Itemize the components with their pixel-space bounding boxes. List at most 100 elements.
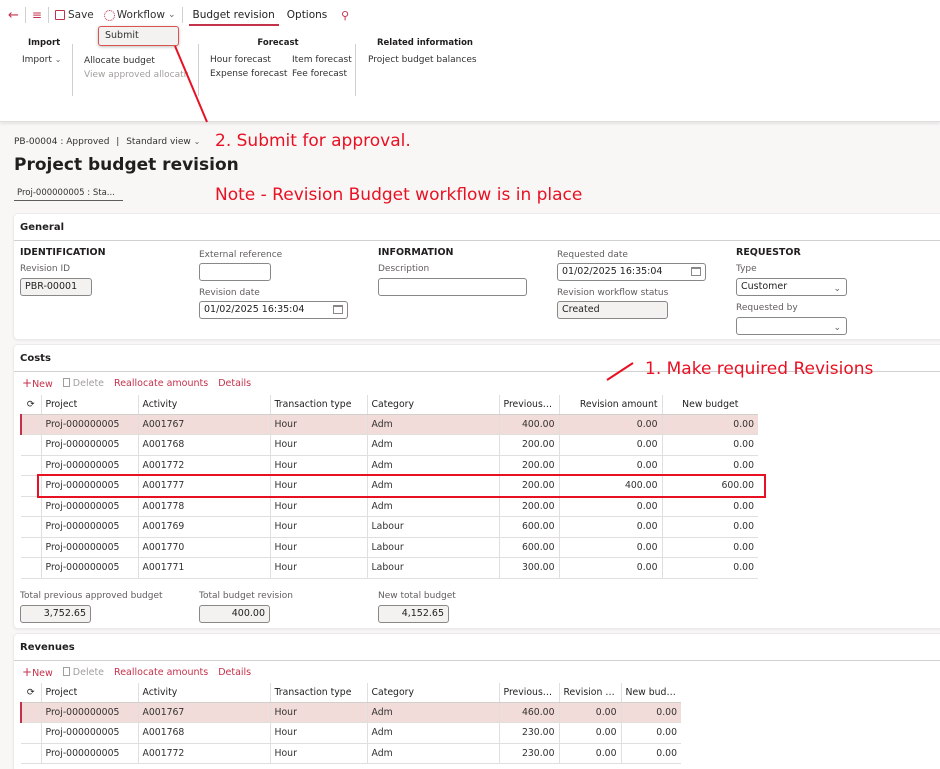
fee-forecast-link[interactable]: Fee forecast bbox=[292, 67, 352, 81]
item-forecast-link[interactable]: Item forecast bbox=[292, 53, 352, 67]
cell-transaction-type[interactable]: Hour bbox=[270, 475, 368, 497]
column-header-revision-amount[interactable]: Revision a... bbox=[559, 683, 622, 703]
cell-project[interactable]: Proj-000000005 bbox=[41, 414, 139, 435]
tab-options[interactable]: Options bbox=[281, 4, 334, 26]
column-header-category[interactable]: Category bbox=[367, 683, 500, 703]
table-row[interactable]: Proj-000000005 A001770 Hour Labour 600.00 0.0… bbox=[21, 537, 758, 558]
view-selector[interactable]: Standard view ⌄ bbox=[126, 137, 200, 147]
cell-activity[interactable]: A001772 bbox=[138, 743, 271, 764]
cell-revision-amount[interactable]: 0.00 bbox=[559, 702, 622, 723]
save-button[interactable]: Save bbox=[51, 5, 98, 25]
workflow-status-field[interactable]: Created bbox=[557, 301, 668, 319]
cell-previous-amount[interactable]: 200.00 bbox=[499, 434, 560, 456]
cell-previous-amount[interactable]: 230.00 bbox=[499, 743, 560, 764]
cell-previous-amount[interactable]: 200.00 bbox=[499, 455, 560, 476]
column-header-transaction-type[interactable]: Transaction type bbox=[270, 395, 368, 415]
workflow-menu-submit[interactable]: Submit bbox=[98, 26, 179, 46]
cell-transaction-type[interactable]: Hour bbox=[270, 496, 368, 517]
delete-button[interactable]: Delete bbox=[62, 377, 104, 389]
table-row[interactable]: Proj-000000005 A001771 Hour Labour 300.00 0.0… bbox=[21, 557, 758, 579]
cell-new-budget[interactable]: 0.00 bbox=[662, 516, 758, 538]
cell-project[interactable]: Proj-000000005 bbox=[41, 537, 139, 558]
cell-new-budget[interactable]: 0.00 bbox=[621, 743, 681, 764]
new-button[interactable]: +New bbox=[22, 376, 53, 390]
cell-transaction-type[interactable]: Hour bbox=[270, 434, 368, 456]
cell-transaction-type[interactable]: Hour bbox=[270, 414, 368, 435]
cell-transaction-type[interactable]: Hour bbox=[270, 722, 368, 744]
table-row[interactable]: Proj-000000005 A001772 Hour Adm 200.00 0.00 0.… bbox=[21, 455, 758, 476]
cell-revision-amount[interactable]: 0.00 bbox=[559, 722, 622, 744]
cell-category[interactable]: Adm bbox=[367, 743, 500, 764]
project-budget-balances-link[interactable]: Project budget balances bbox=[368, 53, 477, 67]
table-row[interactable]: Proj-000000005 A001778 Hour Adm 200.00 0.00 0.… bbox=[21, 496, 758, 517]
cell-revision-amount[interactable]: 0.00 bbox=[559, 537, 663, 558]
cell-previous-amount[interactable]: 600.00 bbox=[499, 516, 560, 538]
section-header-revenues[interactable]: Revenues bbox=[14, 634, 940, 661]
column-header-activity[interactable]: Activity bbox=[138, 683, 271, 703]
cell-transaction-type[interactable]: Hour bbox=[270, 516, 368, 538]
allocate-budget-link[interactable]: Allocate budget bbox=[84, 54, 188, 68]
row-selector[interactable] bbox=[21, 537, 42, 558]
column-header-transaction-type[interactable]: Transaction type bbox=[270, 683, 368, 703]
cell-category[interactable]: Adm bbox=[367, 496, 500, 517]
cell-activity[interactable]: A001768 bbox=[138, 434, 271, 456]
row-selector[interactable] bbox=[21, 722, 42, 744]
cell-activity[interactable]: A001767 bbox=[138, 702, 271, 723]
cell-project[interactable]: Proj-000000005 bbox=[41, 475, 139, 497]
cell-new-budget[interactable]: 0.00 bbox=[662, 557, 758, 579]
cell-project[interactable]: Proj-000000005 bbox=[41, 434, 139, 456]
cell-new-budget[interactable]: 0.00 bbox=[662, 455, 758, 476]
table-row[interactable]: Proj-000000005 A001767 Hour Adm 400.00 0.00 0.… bbox=[20, 414, 758, 435]
cell-activity[interactable]: A001769 bbox=[138, 516, 271, 538]
column-header-new-budget[interactable]: New budget bbox=[662, 395, 758, 415]
column-header-project[interactable]: Project bbox=[41, 395, 139, 415]
column-header-new-budget[interactable]: New budget bbox=[621, 683, 681, 703]
row-selector[interactable] bbox=[21, 557, 42, 579]
row-selector[interactable] bbox=[21, 434, 42, 456]
new-total-field[interactable]: 4,152.65 bbox=[378, 605, 449, 623]
row-selector[interactable] bbox=[21, 455, 42, 476]
column-header-previous-amount[interactable]: Previous a... bbox=[499, 683, 560, 703]
table-row[interactable]: Proj-000000005 A001772 Hour Adm 230.00 0.00 0.… bbox=[21, 743, 681, 764]
refresh-icon[interactable]: ⟳ bbox=[21, 395, 42, 415]
cell-category[interactable]: Labour bbox=[367, 516, 500, 538]
revision-id-field[interactable]: PBR-00001 bbox=[20, 278, 92, 296]
cell-activity[interactable]: A001767 bbox=[138, 414, 271, 435]
table-row[interactable]: Proj-000000005 A001767 Hour Adm 460.00 0.00 0.… bbox=[20, 702, 681, 723]
cell-project[interactable]: Proj-000000005 bbox=[41, 743, 139, 764]
cell-activity[interactable]: A001777 bbox=[138, 475, 271, 497]
section-header-general[interactable]: General bbox=[14, 214, 940, 241]
type-select[interactable]: Customer ⌄ bbox=[736, 278, 847, 296]
cell-revision-amount[interactable]: 0.00 bbox=[559, 743, 622, 764]
cell-transaction-type[interactable]: Hour bbox=[270, 702, 368, 723]
row-selector[interactable] bbox=[21, 516, 42, 538]
cell-new-budget[interactable]: 0.00 bbox=[662, 496, 758, 517]
cell-transaction-type[interactable]: Hour bbox=[270, 537, 368, 558]
search-button[interactable]: ⚲ bbox=[337, 5, 353, 25]
table-row[interactable]: Proj-000000005 A001768 Hour Adm 230.00 0.00 0.… bbox=[21, 722, 681, 744]
requested-date-field[interactable]: 01/02/2025 16:35:04 bbox=[557, 263, 706, 281]
project-subfield[interactable]: Proj-000000005 : Sta... bbox=[14, 188, 123, 201]
calendar-icon[interactable] bbox=[691, 267, 701, 276]
cell-previous-amount[interactable]: 600.00 bbox=[499, 537, 560, 558]
hour-forecast-link[interactable]: Hour forecast bbox=[210, 53, 292, 67]
cell-category[interactable]: Labour bbox=[367, 557, 500, 579]
cell-revision-amount[interactable]: 0.00 bbox=[559, 414, 663, 435]
cell-revision-amount[interactable]: 0.00 bbox=[559, 516, 663, 538]
cell-revision-amount[interactable]: 0.00 bbox=[559, 557, 663, 579]
total-previous-field[interactable]: 3,752.65 bbox=[20, 605, 91, 623]
delete-button[interactable]: Delete bbox=[62, 666, 104, 678]
calendar-icon[interactable] bbox=[333, 305, 343, 314]
reallocate-amounts-button[interactable]: Reallocate amounts bbox=[114, 667, 208, 678]
cell-transaction-type[interactable]: Hour bbox=[270, 455, 368, 476]
tab-budget-revision[interactable]: Budget revision bbox=[187, 4, 281, 26]
column-header-previous-amount[interactable]: Previous a... bbox=[499, 395, 560, 415]
cell-new-budget[interactable]: 0.00 bbox=[662, 414, 758, 435]
total-revision-field[interactable]: 400.00 bbox=[199, 605, 270, 623]
workflow-button[interactable]: Workflow ⌄ bbox=[100, 5, 180, 25]
cell-transaction-type[interactable]: Hour bbox=[270, 743, 368, 764]
table-row[interactable]: Proj-000000005 A001769 Hour Labour 600.00 0.0… bbox=[21, 516, 758, 538]
cell-category[interactable]: Adm bbox=[367, 702, 500, 723]
column-header-activity[interactable]: Activity bbox=[138, 395, 271, 415]
cell-revision-amount[interactable]: 400.00 bbox=[559, 475, 663, 497]
